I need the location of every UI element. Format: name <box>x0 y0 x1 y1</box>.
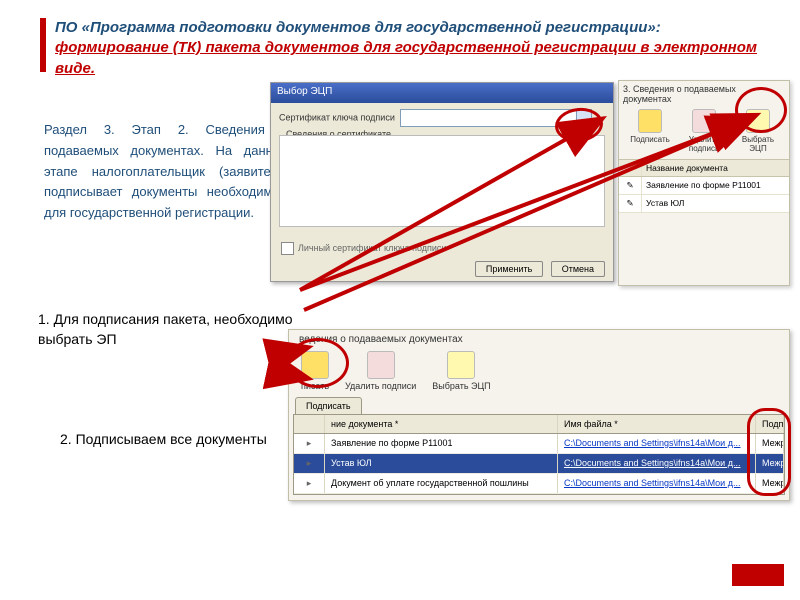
table-row[interactable]: ▸Документ об уплате государственной пошл… <box>294 474 784 494</box>
delete-sign-button[interactable]: Удалить подпись <box>677 107 731 155</box>
personal-cert-checkbox[interactable]: Личный сертификат ключа подписи <box>281 242 446 255</box>
lock-icon <box>638 109 662 133</box>
tab-sign[interactable]: Подписать <box>295 397 362 414</box>
body-paragraph: Раздел 3. Этап 2. Сведения о подаваемых … <box>44 120 289 224</box>
documents-table: ние документа * Имя файла * Подп ▸Заявле… <box>293 414 785 495</box>
accent-block <box>732 564 784 586</box>
documents-table-panel: ведения о подаваемых документах писать У… <box>288 329 790 501</box>
col-doc-name: ние документа * <box>325 415 558 433</box>
dialog-select-ecp: Выбор ЭЦП Сертификат ключа подписи Сведе… <box>270 82 614 282</box>
table-row[interactable]: ▸Заявление по форме Р11001C:\Documents a… <box>294 434 784 454</box>
sign-button[interactable]: Подписать <box>623 107 677 155</box>
highlight-circle-icon <box>735 87 787 133</box>
apply-button[interactable]: Применить <box>475 261 544 277</box>
slide-title: ПО «Программа подготовки документов для … <box>55 18 770 79</box>
magnifier-icon <box>447 351 475 379</box>
highlight-circle-icon <box>747 408 791 496</box>
table-row[interactable]: ✎Устав ЮЛ <box>619 195 789 213</box>
dialog-titlebar: Выбор ЭЦП <box>271 83 613 103</box>
step-2-text: 2. Подписываем все документы <box>60 430 280 450</box>
table-row[interactable]: ▸Устав ЮЛC:\Documents and Settings\ifns1… <box>294 454 784 474</box>
cert-info-box <box>279 135 605 227</box>
checkbox-icon <box>281 242 294 255</box>
col-doc-name: Название документа <box>642 160 789 176</box>
highlight-circle-icon <box>287 338 349 388</box>
unlock-icon <box>692 109 716 133</box>
sidebar-documents: 3. Сведения о подаваемых документах Подп… <box>618 80 790 286</box>
select-ecp-button[interactable]: Выбрать ЭЦП <box>424 349 498 393</box>
cert-label: Сертификат ключа подписи <box>279 112 395 122</box>
cancel-button[interactable]: Отмена <box>551 261 605 277</box>
title-line2: формирование (ТК) пакета документов для … <box>55 39 757 76</box>
col-file: Имя файла * <box>558 415 756 433</box>
delete-signs-button[interactable]: Удалить подписи <box>337 349 424 393</box>
title-line1: ПО «Программа подготовки документов для … <box>55 19 661 36</box>
panel-c-header: ведения о подаваемых документах <box>289 330 789 349</box>
step-1-text: 1. Для подписания пакета, необходимо выб… <box>38 310 293 349</box>
accent-bar <box>40 18 46 72</box>
unlock-icon <box>367 351 395 379</box>
table-row[interactable]: ✎Заявление по форме Р11001 <box>619 177 789 195</box>
